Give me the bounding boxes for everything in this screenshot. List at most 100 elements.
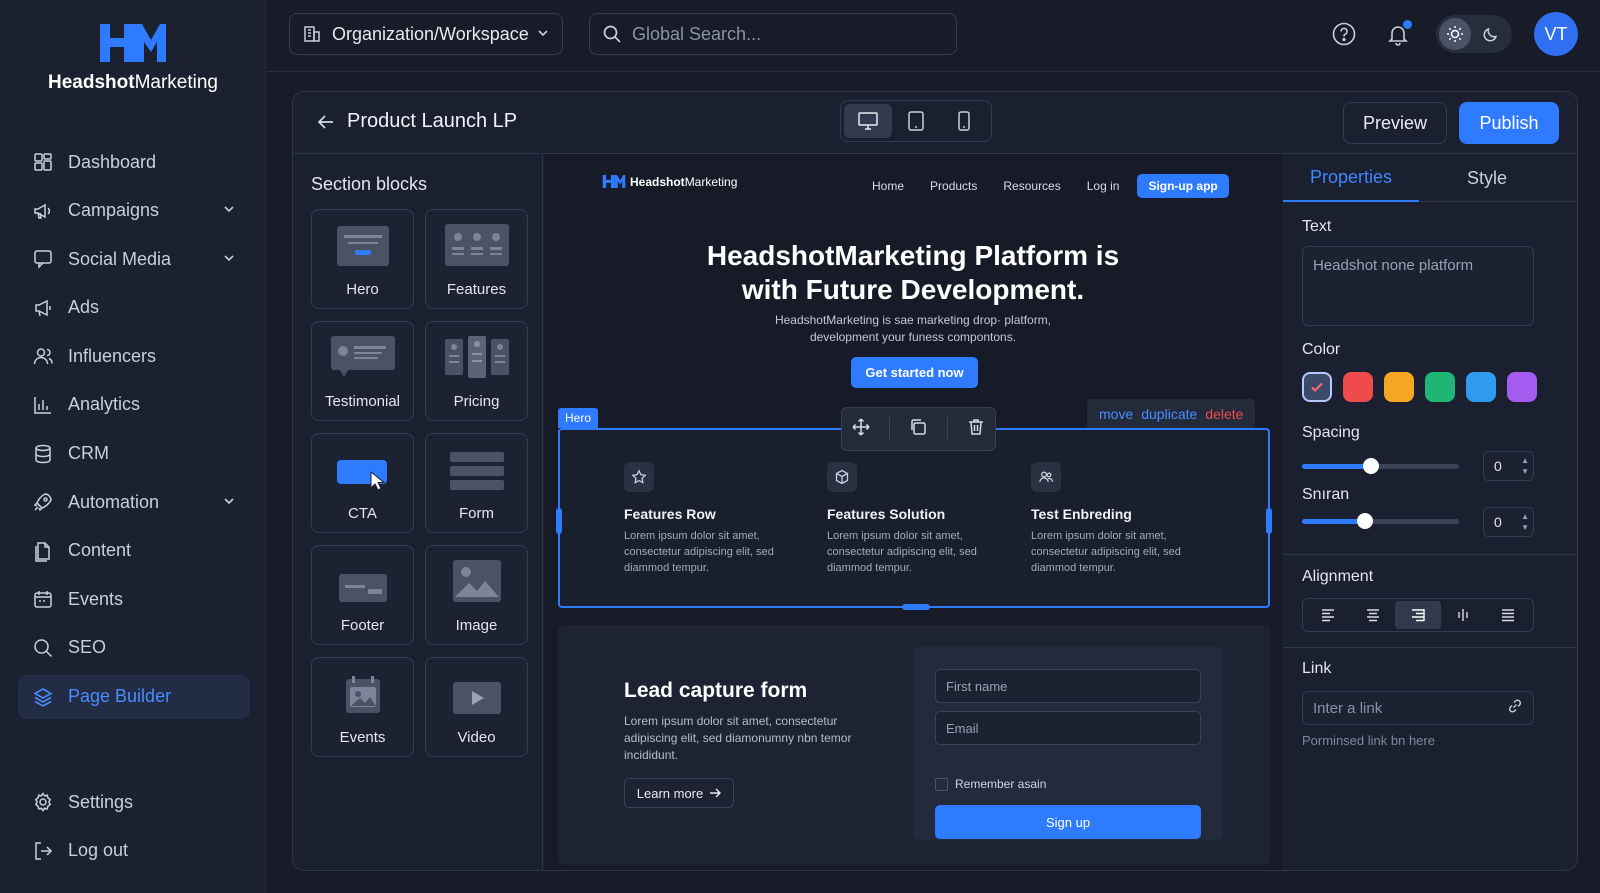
color-swatch[interactable] (1425, 372, 1455, 402)
color-swatch[interactable] (1384, 372, 1414, 402)
search-icon (602, 24, 622, 44)
slider-knob[interactable] (1363, 458, 1380, 474)
lead-form: First name Email Remember asain Sign up (913, 647, 1223, 840)
align-middle-button[interactable] (1441, 601, 1486, 629)
block-tile-events[interactable]: Events (311, 657, 414, 757)
duplicate-icon[interactable] (908, 417, 928, 442)
sidebar-item-influencers[interactable]: Influencers (18, 334, 250, 378)
block-label: Features (446, 281, 507, 298)
logo[interactable]: HeadshotMarketing (0, 22, 266, 94)
stepper-icon[interactable]: ▲ ▼ (1521, 511, 1529, 533)
lead-capture-section[interactable]: Lead capture form Lorem ipsum dolor sit … (558, 625, 1270, 865)
site-nav-login[interactable]: Log in (1087, 179, 1120, 193)
hero-subtitle: HeadshotMarketing is sae marketing drop·… (774, 313, 1052, 344)
block-tile-video[interactable]: Video (425, 657, 528, 757)
notifications-button[interactable] (1376, 12, 1420, 56)
workspace-selector[interactable]: Organization/Workspace (289, 13, 563, 55)
color-swatch[interactable] (1302, 372, 1332, 402)
color-swatch[interactable] (1343, 372, 1373, 402)
second-slider[interactable] (1302, 513, 1459, 529)
sidebar-item-content[interactable]: Content (18, 529, 250, 573)
duplicate-action[interactable]: duplicate (1141, 406, 1197, 422)
block-tile-testimonial[interactable]: Testimonial (311, 321, 414, 421)
link-input[interactable]: Inter a link (1302, 691, 1534, 725)
slider-knob[interactable] (1356, 513, 1373, 529)
move-action[interactable]: move (1099, 406, 1133, 422)
email-input[interactable]: Email (935, 711, 1201, 745)
selected-section[interactable]: Features Row Lorem ipsum dolor sit amet,… (556, 428, 1272, 610)
sidebar-item-settings[interactable]: Settings (18, 780, 250, 824)
sun-icon (1439, 18, 1471, 50)
spacing-number-input[interactable]: 0 ▲ ▼ (1483, 451, 1534, 481)
resize-handle-right[interactable] (1266, 508, 1272, 534)
topbar-actions: VT (1312, 12, 1578, 56)
align-justify-button[interactable] (1486, 601, 1531, 629)
notification-badge (1403, 20, 1412, 29)
sidebar-item-crm[interactable]: CRM (18, 432, 250, 476)
people-icon (1031, 462, 1061, 492)
desktop-view-button[interactable] (844, 104, 892, 138)
sidebar-item-analytics[interactable]: Analytics (18, 383, 250, 427)
sidebar-item-seo[interactable]: SEO (18, 626, 250, 670)
resize-handle-bottom[interactable] (902, 604, 930, 610)
mobile-view-button[interactable] (940, 104, 988, 138)
block-tile-footer[interactable]: Footer (311, 545, 414, 645)
block-tile-cta[interactable]: CTA (311, 433, 414, 533)
sidebar-item-events[interactable]: Events (18, 577, 250, 621)
avatar[interactable]: VT (1534, 12, 1578, 56)
tablet-view-button[interactable] (892, 104, 940, 138)
sidebar-item-dashboard[interactable]: Dashboard (18, 140, 250, 184)
sidebar-item-automation[interactable]: Automation (18, 480, 250, 524)
sidebar-item-page-builder[interactable]: Page Builder (18, 674, 250, 719)
color-swatch[interactable] (1507, 372, 1537, 402)
site-logo[interactable]: Headshot Marketing (602, 174, 737, 189)
align-left-button[interactable] (1305, 601, 1350, 629)
spacing-slider[interactable] (1302, 458, 1459, 474)
site-nav-home[interactable]: Home (872, 179, 904, 193)
sidebar-item-log-out[interactable]: Log out (18, 829, 250, 873)
preview-button[interactable]: Preview (1343, 102, 1447, 144)
site-nav-resources[interactable]: Resources (1003, 179, 1060, 193)
align-center-icon (1366, 609, 1379, 622)
align-right-button[interactable] (1395, 601, 1441, 629)
remember-checkbox[interactable]: Remember asain (935, 777, 1046, 791)
divider (1283, 554, 1577, 555)
stepper-icon[interactable]: ▲ ▼ (1521, 455, 1529, 477)
color-swatch[interactable] (1466, 372, 1496, 402)
hero-title: HeadshotMarketing Platform is with Futur… (706, 240, 1120, 305)
site-signup-button[interactable]: Sign-up app (1137, 174, 1229, 198)
sidebar-item-social-media[interactable]: Social Media (18, 237, 250, 281)
back-arrow-icon[interactable] (315, 111, 337, 138)
block-tile-hero[interactable]: Hero (311, 209, 414, 309)
site-nav-products[interactable]: Products (930, 179, 977, 193)
trash-icon[interactable] (966, 417, 986, 442)
align-center-button[interactable] (1350, 601, 1395, 629)
sign-up-button[interactable]: Sign up (935, 805, 1201, 839)
move-icon[interactable] (851, 417, 871, 442)
delete-action[interactable]: delete (1205, 406, 1243, 422)
get-started-button[interactable]: Get started now (851, 357, 978, 388)
help-icon (1332, 22, 1356, 46)
text-input[interactable]: Headshot none platform (1302, 246, 1534, 326)
desktop-icon (858, 112, 878, 130)
publish-button[interactable]: Publish (1459, 102, 1559, 144)
resize-handle-left[interactable] (556, 508, 562, 534)
block-tile-form[interactable]: Form (425, 433, 528, 533)
lead-text: Lorem ipsum dolor sit amet, consectetur … (624, 714, 852, 762)
sidebar-item-ads[interactable]: Ads (18, 286, 250, 330)
theme-toggle[interactable] (1436, 15, 1512, 53)
global-search-input[interactable]: Global Search... (589, 13, 957, 55)
block-tile-features[interactable]: Features (425, 209, 528, 309)
help-button[interactable] (1322, 12, 1366, 56)
block-tile-image[interactable]: Image (425, 545, 528, 645)
block-tile-pricing[interactable]: Pricing (425, 321, 528, 421)
first-name-input[interactable]: First name (935, 669, 1201, 703)
block-label: CTA (348, 505, 377, 522)
learn-more-button[interactable]: Learn more (624, 778, 734, 808)
sidebar-item-label: Content (68, 540, 132, 561)
sidebar-item-campaigns[interactable]: Campaigns (18, 189, 250, 233)
second-number-input[interactable]: 0 ▲ ▼ (1483, 507, 1534, 537)
tab-properties[interactable]: Properties (1283, 154, 1419, 202)
tab-style[interactable]: Style (1419, 154, 1555, 202)
megaphone-icon (32, 200, 54, 222)
